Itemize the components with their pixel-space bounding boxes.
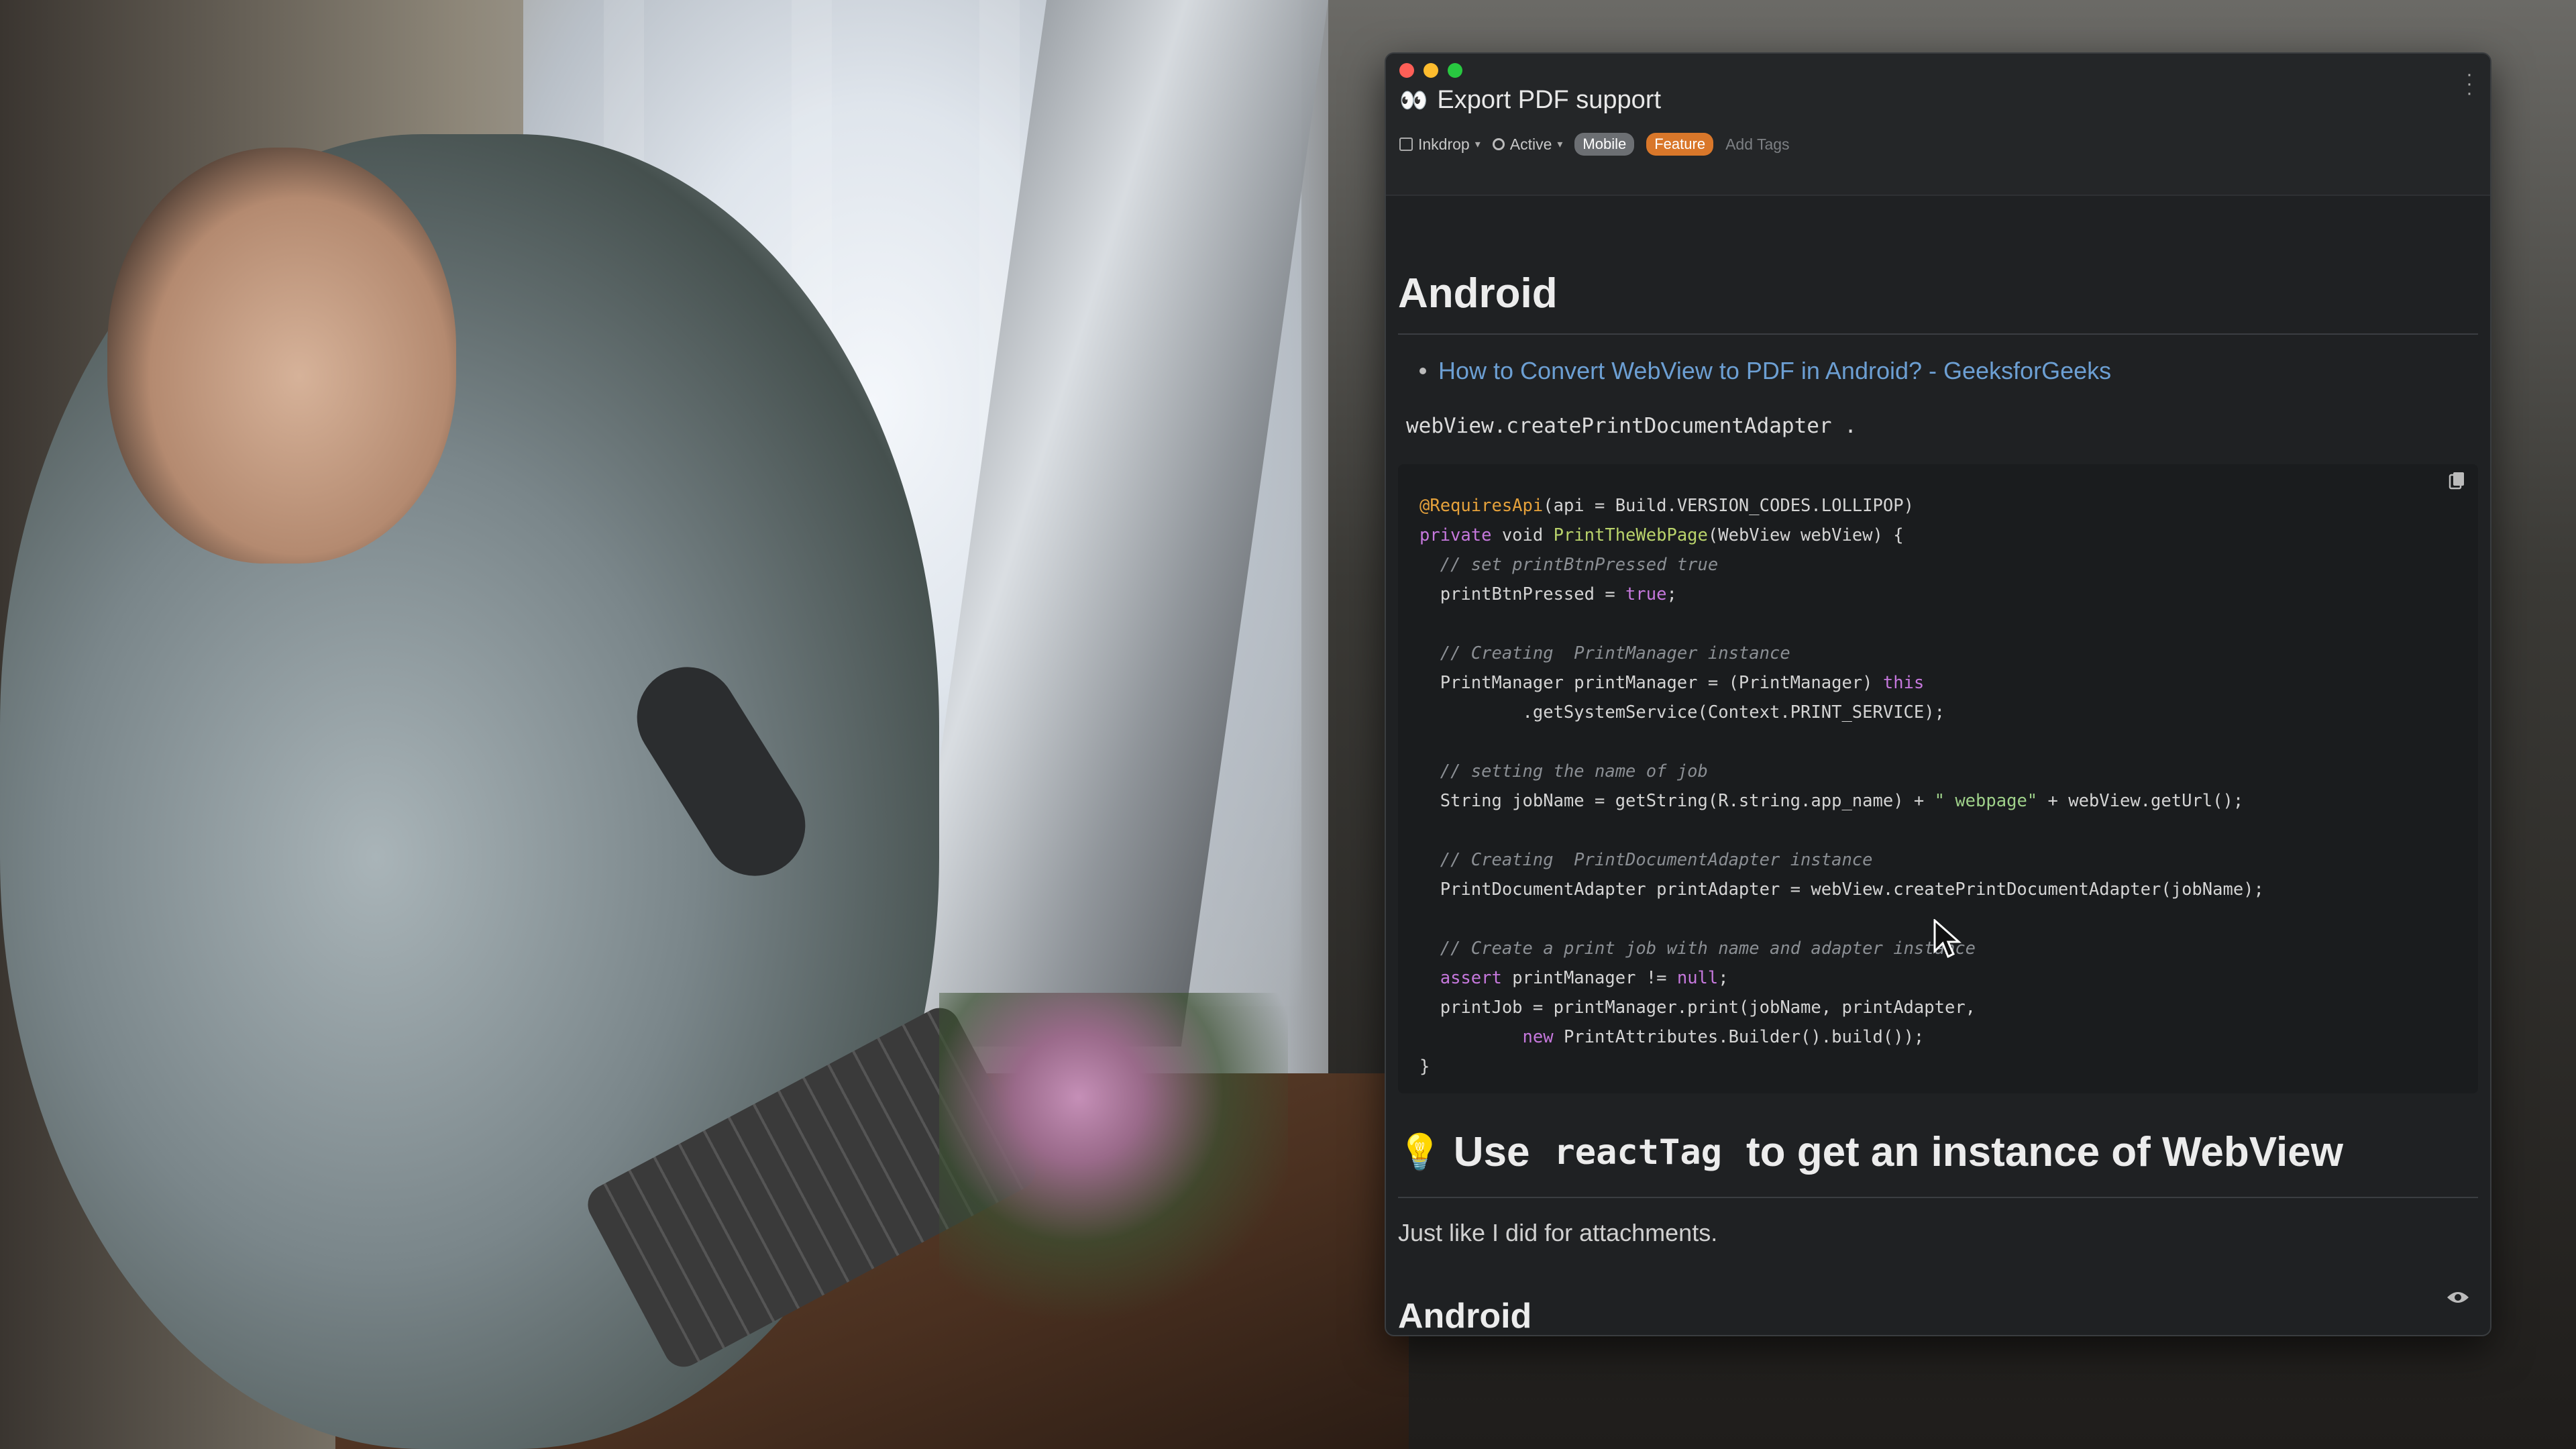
lightbulb-icon: 💡 (1398, 1133, 1442, 1172)
app-window: · · · 👀 Export PDF support Inkdrop ▾ Activ… (1385, 52, 2491, 1336)
bullet (1419, 368, 1426, 374)
status-label: Active (1509, 135, 1552, 153)
titlebar: · · · 👀 Export PDF support Inkdrop ▾ Activ… (1386, 54, 2490, 196)
tip-heading-prefix: Use (1453, 1129, 1530, 1175)
code-content: @RequiresApi(api = Build.VERSION_CODES.L… (1419, 496, 2264, 1077)
notebook-selector[interactable]: Inkdrop ▾ (1399, 136, 1481, 154)
notebook-icon (1399, 138, 1413, 151)
heading-tip: 💡 Use reactTag to get an instance of Web… (1398, 1128, 2343, 1176)
more-options-icon[interactable]: · · · (2466, 64, 2473, 103)
note-preview: Android How to Convert WebView to PDF in… (1386, 196, 2490, 1335)
tip-heading-code: reactTag (1554, 1132, 1722, 1173)
status-icon (1492, 138, 1505, 150)
inline-code-suffix: . (1831, 414, 1857, 438)
minimize-button[interactable] (1424, 63, 1438, 78)
eyes-icon: 👀 (1399, 87, 1428, 113)
eye-icon[interactable] (2446, 1289, 2470, 1305)
close-button[interactable] (1399, 63, 1414, 78)
heading-rule (1398, 333, 2478, 335)
note-meta-bar: Inkdrop ▾ Active ▾ Mobile Feature Add Ta… (1399, 133, 1790, 156)
chevron-down-icon: ▾ (1557, 139, 1563, 150)
flowers (939, 993, 1288, 1342)
inline-code: webView.createPrintDocumentAdapter (1406, 414, 1832, 438)
add-tags-input[interactable]: Add Tags (1725, 136, 1789, 154)
tag-mobile[interactable]: Mobile (1574, 133, 1635, 156)
list-item: How to Convert WebView to PDF in Android… (1419, 357, 2111, 385)
copy-icon[interactable] (2449, 471, 2466, 491)
code-block: @RequiresApi(api = Build.VERSION_CODES.L… (1398, 464, 2478, 1093)
zoom-button[interactable] (1448, 63, 1462, 78)
paragraph: Just like I did for attachments. (1398, 1219, 1718, 1246)
note-title[interactable]: 👀 Export PDF support (1399, 86, 1661, 115)
person-head (107, 148, 456, 564)
tip-heading-suffix: to get an instance of WebView (1746, 1129, 2343, 1175)
heading-android: Android (1398, 1297, 1532, 1336)
reference-link[interactable]: How to Convert WebView to PDF in Android… (1438, 357, 2111, 385)
notebook-label: Inkdrop (1418, 135, 1470, 153)
inline-code-line: webView.createPrintDocumentAdapter . (1406, 414, 1857, 438)
status-selector[interactable]: Active ▾ (1492, 135, 1563, 154)
heading-android: Android (1398, 270, 1558, 317)
chevron-down-icon: ▾ (1474, 139, 1481, 150)
traffic-lights (1399, 63, 1462, 78)
note-title-text[interactable]: Export PDF support (1437, 86, 1661, 115)
mouse-cursor-icon (1933, 919, 1962, 959)
heading-rule (1398, 1197, 2478, 1198)
tag-feature[interactable]: Feature (1646, 133, 1714, 156)
